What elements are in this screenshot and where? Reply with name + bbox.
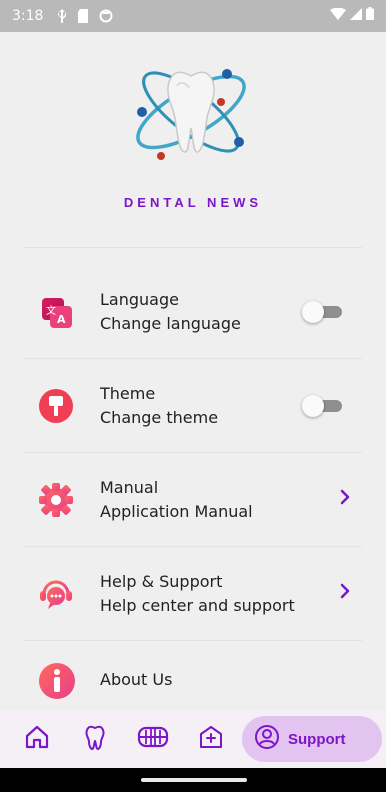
person-icon — [254, 724, 280, 755]
setting-theme[interactable]: Theme Change theme — [0, 360, 386, 452]
chevron-right-icon[interactable] — [338, 582, 352, 600]
divider — [24, 640, 362, 641]
svg-text:文: 文 — [46, 304, 56, 317]
bottom-nav: Support — [0, 710, 386, 768]
wifi-icon — [330, 7, 346, 25]
sync-icon — [99, 9, 113, 23]
dentures-icon — [137, 724, 169, 755]
setting-language[interactable]: 文 A Language Change language — [0, 266, 386, 358]
clinic-icon — [198, 724, 224, 755]
translate-icon: 文 A — [38, 294, 74, 330]
chevron-right-icon[interactable] — [338, 488, 352, 506]
tooth-icon — [82, 724, 108, 755]
battery-icon — [366, 7, 374, 25]
status-time: 3:18 — [12, 8, 44, 24]
divider — [24, 546, 362, 547]
dental-news-logo — [125, 52, 255, 172]
setting-title: Help & Support — [100, 572, 223, 591]
gesture-bar — [0, 768, 386, 792]
svg-text:A: A — [57, 313, 66, 326]
signal-icon — [350, 7, 362, 25]
info-icon — [38, 662, 75, 699]
setting-subtitle: Change language — [100, 314, 241, 333]
nav-clinic[interactable] — [196, 724, 226, 754]
setting-help-support[interactable]: Help & Support Help center and support — [0, 548, 386, 640]
divider — [24, 452, 362, 453]
theme-toggle[interactable] — [302, 395, 342, 417]
sim-card-icon — [77, 9, 89, 23]
setting-title: Manual — [100, 478, 159, 497]
status-bar: 3:18 — [0, 0, 386, 32]
setting-title: About Us — [100, 670, 173, 689]
gear-icon — [38, 482, 74, 518]
setting-about-us[interactable]: About Us — [0, 644, 386, 710]
setting-manual[interactable]: Manual Application Manual — [0, 454, 386, 546]
home-icon — [24, 724, 50, 755]
app-title: DENTAL NEWS — [123, 195, 263, 210]
nav-tooth[interactable] — [80, 724, 110, 754]
nav-support-label: Support — [288, 730, 346, 748]
setting-title: Theme — [100, 384, 156, 403]
nav-home[interactable] — [22, 724, 52, 754]
setting-subtitle: Application Manual — [100, 502, 253, 521]
usb-icon — [57, 9, 67, 23]
home-indicator[interactable] — [141, 778, 247, 782]
setting-subtitle: Help center and support — [100, 596, 295, 615]
nav-support[interactable]: Support — [242, 716, 382, 762]
setting-subtitle: Change theme — [100, 408, 219, 427]
setting-title: Language — [100, 290, 179, 309]
language-toggle[interactable] — [302, 301, 342, 323]
nav-dentures[interactable] — [137, 724, 169, 755]
divider — [24, 358, 362, 359]
support-chat-icon — [38, 576, 74, 612]
settings-screen: DENTAL NEWS 文 A Language Change language — [0, 32, 386, 710]
divider — [24, 247, 362, 248]
paint-roller-icon — [38, 388, 74, 424]
